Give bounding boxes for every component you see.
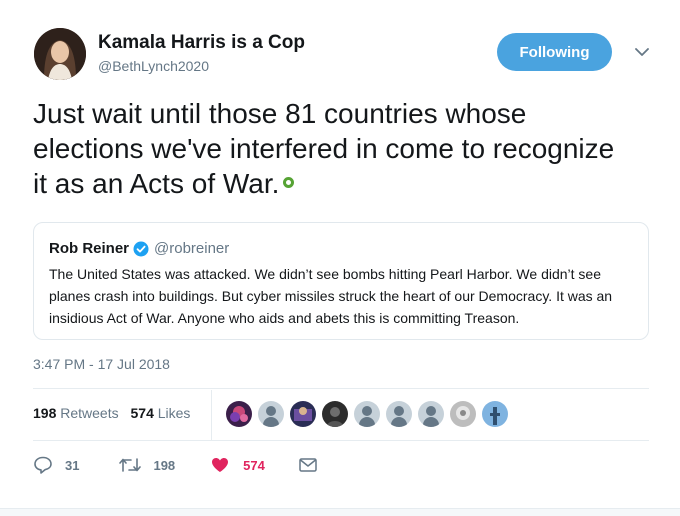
retweet-action-count: 198 xyxy=(153,457,176,473)
green-circle-emoji-icon xyxy=(283,177,295,189)
likes-label: Likes xyxy=(157,405,191,421)
reply-button[interactable]: 31 xyxy=(33,456,79,474)
retweet-button[interactable]: 198 xyxy=(119,457,175,473)
tweet-text-content: Just wait until those 81 countries whose… xyxy=(33,98,615,199)
author-avatar[interactable] xyxy=(34,28,86,80)
like-count-link[interactable]: 574 Likes xyxy=(131,405,191,421)
liker-avatar[interactable] xyxy=(418,401,444,427)
retweet-icon xyxy=(119,457,142,473)
reply-icon xyxy=(33,456,53,474)
tweet-text: Just wait until those 81 countries whose… xyxy=(33,96,633,201)
liker-avatar[interactable] xyxy=(354,401,380,427)
liker-avatar[interactable] xyxy=(322,401,348,427)
like-count: 574 xyxy=(130,405,154,421)
retweets-label: Retweets xyxy=(60,405,119,421)
liker-avatar[interactable] xyxy=(258,401,284,427)
author-name[interactable]: Kamala Harris is a Cop xyxy=(98,32,305,54)
direct-message-button[interactable] xyxy=(299,458,317,472)
liker-avatars xyxy=(226,401,514,427)
reply-count: 31 xyxy=(65,457,80,473)
quoted-author-handle: @robreiner xyxy=(154,240,230,257)
tweet-actions: 31 198 574 xyxy=(33,456,317,474)
divider xyxy=(33,440,649,441)
author-handle[interactable]: @BethLynch2020 xyxy=(98,58,209,74)
chevron-down-icon[interactable] xyxy=(632,42,652,62)
retweet-count: 198 xyxy=(33,405,57,421)
heart-icon xyxy=(211,457,229,473)
tweet-timestamp[interactable]: 3:47 PM - 17 Jul 2018 xyxy=(33,356,170,372)
quoted-tweet-text: The United States was attacked. We didn’… xyxy=(49,266,613,326)
envelope-icon xyxy=(299,458,317,472)
liker-avatar[interactable] xyxy=(482,401,508,427)
liker-avatar[interactable] xyxy=(290,401,316,427)
following-button[interactable]: Following xyxy=(497,33,612,71)
stats-separator xyxy=(211,390,212,440)
divider xyxy=(33,388,649,389)
like-button[interactable]: 574 xyxy=(211,457,265,473)
liker-avatar[interactable] xyxy=(450,401,476,427)
engagement-stats: 198 Retweets 574 Likes xyxy=(33,405,190,421)
like-action-count: 574 xyxy=(243,457,265,473)
quoted-tweet-header: Rob Reiner @robreiner xyxy=(49,240,229,257)
retweet-count-link[interactable]: 198 Retweets xyxy=(33,405,119,421)
liker-avatar[interactable] xyxy=(226,401,252,427)
quoted-author-name: Rob Reiner xyxy=(49,240,130,257)
liker-avatar[interactable] xyxy=(386,401,412,427)
quoted-tweet[interactable]: Rob Reiner @robreiner The United States … xyxy=(33,222,649,340)
verified-badge-icon xyxy=(133,241,149,257)
